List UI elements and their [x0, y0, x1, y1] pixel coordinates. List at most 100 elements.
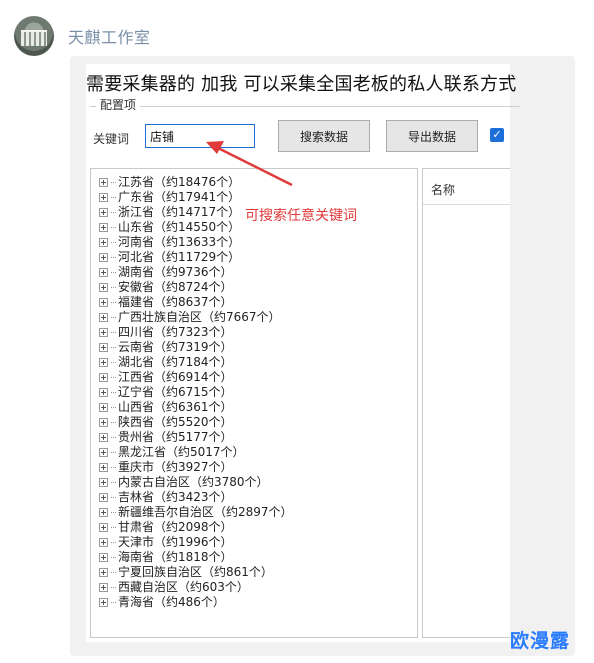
tree-connector-line: [111, 212, 116, 213]
tree-item-province[interactable]: 重庆市（约3927个）: [99, 460, 417, 475]
tree-connector-line: [111, 467, 116, 468]
expand-plus-icon[interactable]: [99, 568, 108, 577]
tree-item-province[interactable]: 西藏自治区（约603个）: [99, 580, 417, 595]
expand-plus-icon[interactable]: [99, 193, 108, 202]
expand-plus-icon[interactable]: [99, 553, 108, 562]
expand-plus-icon[interactable]: [99, 523, 108, 532]
tree-item-label: 甘肃省（约2098个）: [118, 520, 233, 534]
tree-connector-line: [111, 512, 116, 513]
tree-item-province[interactable]: 黑龙江省（约5017个）: [99, 445, 417, 460]
tree-item-province[interactable]: 新疆维吾尔自治区（约2897个）: [99, 505, 417, 520]
tree-connector-line: [111, 602, 116, 603]
tree-item-label: 吉林省（约3423个）: [118, 490, 233, 504]
tree-item-province[interactable]: 江苏省（约18476个）: [99, 175, 417, 190]
expand-plus-icon[interactable]: [99, 223, 108, 232]
tree-item-province[interactable]: 吉林省（约3423个）: [99, 490, 417, 505]
tree-connector-line: [111, 542, 116, 543]
tree-connector-line: [111, 227, 116, 228]
expand-plus-icon[interactable]: [99, 298, 108, 307]
tree-connector-line: [111, 422, 116, 423]
tree-item-province[interactable]: 甘肃省（约2098个）: [99, 520, 417, 535]
tree-connector-line: [111, 182, 116, 183]
checkmark-icon: ✓: [492, 128, 502, 141]
avatar[interactable]: [14, 16, 54, 56]
option-checkbox[interactable]: ✓: [490, 128, 504, 142]
expand-plus-icon[interactable]: [99, 478, 108, 487]
tree-item-label: 西藏自治区（约603个）: [118, 580, 249, 594]
expand-plus-icon[interactable]: [99, 343, 108, 352]
expand-plus-icon[interactable]: [99, 418, 108, 427]
tree-item-province[interactable]: 安徽省（约8724个）: [99, 280, 417, 295]
expand-plus-icon[interactable]: [99, 598, 108, 607]
watermark-text: 欧漫露: [510, 630, 571, 652]
tree-connector-line: [111, 317, 116, 318]
expand-plus-icon[interactable]: [99, 538, 108, 547]
tree-item-label: 广西壮族自治区（约7667个）: [118, 310, 281, 324]
tree-item-province[interactable]: 贵州省（约5177个）: [99, 430, 417, 445]
tree-connector-line: [111, 332, 116, 333]
expand-plus-icon[interactable]: [99, 463, 108, 472]
tree-item-province[interactable]: 天津市（约1996个）: [99, 535, 417, 550]
expand-plus-icon[interactable]: [99, 238, 108, 247]
expand-plus-icon[interactable]: [99, 403, 108, 412]
tree-item-province[interactable]: 湖北省（约7184个）: [99, 355, 417, 370]
tree-item-label: 湖北省（约7184个）: [118, 355, 233, 369]
tree-item-province[interactable]: 江西省（约6914个）: [99, 370, 417, 385]
expand-plus-icon[interactable]: [99, 433, 108, 442]
tree-connector-line: [111, 242, 116, 243]
tree-item-province[interactable]: 青海省（约486个）: [99, 595, 417, 610]
expand-plus-icon[interactable]: [99, 358, 108, 367]
tree-item-province[interactable]: 广东省（约17941个）: [99, 190, 417, 205]
tree-connector-line: [111, 452, 116, 453]
tree-item-label: 福建省（约8637个）: [118, 295, 233, 309]
expand-plus-icon[interactable]: [99, 283, 108, 292]
tree-connector-line: [111, 302, 116, 303]
tree-item-province[interactable]: 河北省（约11729个）: [99, 250, 417, 265]
tree-item-province[interactable]: 广西壮族自治区（约7667个）: [99, 310, 417, 325]
tree-item-province[interactable]: 宁夏回族自治区（约861个）: [99, 565, 417, 580]
tree-item-label: 江西省（约6914个）: [118, 370, 233, 384]
tree-item-label: 云南省（约7319个）: [118, 340, 233, 354]
tree-connector-line: [111, 497, 116, 498]
tree-item-province[interactable]: 福建省（约8637个）: [99, 295, 417, 310]
tree-item-label: 山东省（约14550个）: [118, 220, 241, 234]
tree-item-province[interactable]: 湖南省（约9736个）: [99, 265, 417, 280]
expand-plus-icon[interactable]: [99, 178, 108, 187]
expand-plus-icon[interactable]: [99, 508, 108, 517]
results-column-header-name[interactable]: 名称: [423, 169, 510, 205]
export-data-button[interactable]: 导出数据: [386, 120, 478, 152]
tree-item-label: 山西省（约6361个）: [118, 400, 233, 414]
tree-connector-line: [111, 482, 116, 483]
expand-plus-icon[interactable]: [99, 253, 108, 262]
expand-plus-icon[interactable]: [99, 208, 108, 217]
search-data-button[interactable]: 搜索数据: [278, 120, 370, 152]
expand-plus-icon[interactable]: [99, 493, 108, 502]
tree-item-province[interactable]: 内蒙古自治区（约3780个）: [99, 475, 417, 490]
expand-plus-icon[interactable]: [99, 583, 108, 592]
keyword-input[interactable]: [145, 124, 255, 148]
tree-item-province[interactable]: 四川省（约7323个）: [99, 325, 417, 340]
province-tree[interactable]: 江苏省（约18476个） 广东省（约17941个） 浙江省（约14717个） 山东省（…: [90, 168, 418, 638]
expand-plus-icon[interactable]: [99, 313, 108, 322]
tree-item-province[interactable]: 河南省（约13633个）: [99, 235, 417, 250]
expand-plus-icon[interactable]: [99, 448, 108, 457]
headline-text: 需要采集器的 加我 可以采集全国老板的私人联系方式: [86, 74, 517, 95]
tree-item-label: 黑龙江省（约5017个）: [118, 445, 245, 459]
tree-connector-line: [111, 437, 116, 438]
tree-item-label: 广东省（约17941个）: [118, 190, 241, 204]
tree-item-province[interactable]: 山西省（约6361个）: [99, 400, 417, 415]
expand-plus-icon[interactable]: [99, 388, 108, 397]
tree-connector-line: [111, 197, 116, 198]
expand-plus-icon[interactable]: [99, 373, 108, 382]
expand-plus-icon[interactable]: [99, 268, 108, 277]
tree-item-province[interactable]: 陕西省（约5520个）: [99, 415, 417, 430]
tree-item-province[interactable]: 云南省（约7319个）: [99, 340, 417, 355]
tree-item-province[interactable]: 辽宁省（约6715个）: [99, 385, 417, 400]
expand-plus-icon[interactable]: [99, 328, 108, 337]
sender-name[interactable]: 天麒工作室: [68, 24, 151, 48]
results-list[interactable]: 名称: [422, 168, 510, 638]
tree-connector-line: [111, 407, 116, 408]
tree-item-province[interactable]: 海南省（约1818个）: [99, 550, 417, 565]
tree-item-label: 天津市（约1996个）: [118, 535, 233, 549]
tree-item-label: 海南省（约1818个）: [118, 550, 233, 564]
